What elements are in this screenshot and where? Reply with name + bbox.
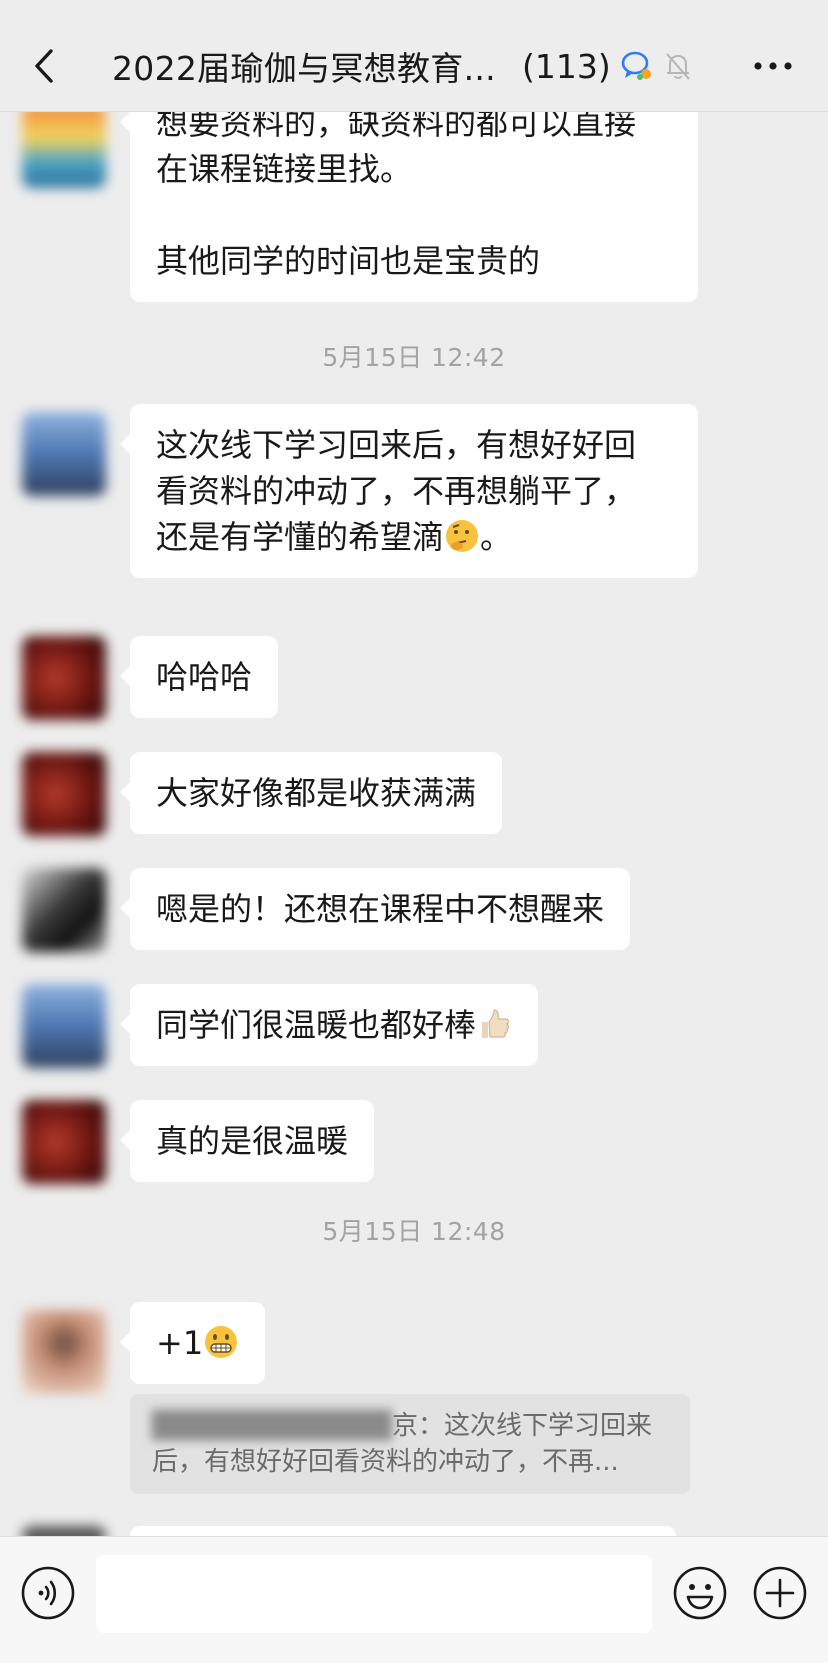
- group-chat-icon: [619, 49, 653, 83]
- timestamp: 5月15日 12:48: [322, 1217, 506, 1246]
- grinning-face-icon: [205, 1326, 238, 1358]
- quoted-message[interactable]: ████████████京：这次线下学习回来 后，有想好好回看资料的冲动了，不再…: [130, 1394, 690, 1494]
- timestamp: 5月15日 12:42: [322, 343, 506, 372]
- avatar[interactable]: [22, 412, 106, 496]
- avatar[interactable]: [22, 752, 106, 836]
- message-text: 真的是很温暖: [156, 1122, 349, 1160]
- message-bubble[interactable]: 同学们很温暖也都好棒: [119, 984, 539, 1066]
- emoji-button[interactable]: [672, 1565, 728, 1621]
- chevron-left-icon: [35, 49, 53, 83]
- avatar[interactable]: [22, 112, 106, 188]
- plus-button[interactable]: [752, 1565, 808, 1621]
- message-bubble[interactable]: [130, 1526, 676, 1536]
- bell-off-icon: [661, 49, 695, 83]
- avatar[interactable]: [22, 1310, 106, 1394]
- thumbs-up-icon: [482, 1009, 510, 1038]
- message-bubble[interactable]: 大家好像都是收获满满: [119, 752, 503, 834]
- chat-header: 2022届瑜伽与冥想教育... (113): [0, 0, 828, 112]
- message-text: +1: [156, 1320, 239, 1366]
- message-text: 同学们很温暖也都好棒: [156, 1002, 512, 1048]
- chat-screen: 2022届瑜伽与冥想教育... (113) 想要资料的，缺资料的都可以直接 在课…: [0, 0, 828, 1663]
- message-text: 想要资料的，缺资料的都可以直接 在课程链接里找。 其他同学的时间也是宝贵的: [156, 112, 637, 280]
- chat-title: 2022届瑜伽与冥想教育...: [112, 49, 496, 88]
- message-bubble[interactable]: +1: [119, 1302, 266, 1384]
- avatar[interactable]: [22, 868, 106, 952]
- avatar[interactable]: [22, 1526, 106, 1536]
- message-bubble[interactable]: 真的是很温暖: [119, 1100, 375, 1182]
- message-text: 哈哈哈: [156, 658, 253, 696]
- chat-title-group[interactable]: 2022届瑜伽与冥想教育... (113): [112, 44, 695, 88]
- more-button[interactable]: [748, 48, 798, 84]
- message-list[interactable]: 想要资料的，缺资料的都可以直接 在课程链接里找。 其他同学的时间也是宝贵的 5月…: [0, 112, 828, 1536]
- thinking-face-icon: [446, 520, 479, 552]
- voice-button[interactable]: [20, 1565, 76, 1621]
- message-bubble[interactable]: 哈哈哈: [119, 636, 279, 718]
- avatar[interactable]: [22, 636, 106, 720]
- back-button[interactable]: [24, 44, 64, 88]
- quote-line-1: ████████████京：这次线下学习回来: [152, 1411, 652, 1441]
- message-text: 大家好像都是收获满满: [156, 774, 477, 812]
- message-bubble[interactable]: 这次线下学习回来后，有想好好回 看资料的冲动了，不再想躺平了， 还是有学懂的希望…: [120, 404, 698, 578]
- message-text: 嗯是的！还想在课程中不想醒来: [156, 890, 605, 928]
- member-count: (113): [521, 46, 611, 86]
- message-bubble[interactable]: 想要资料的，缺资料的都可以直接 在课程链接里找。 其他同学的时间也是宝贵的: [120, 112, 698, 302]
- message-input[interactable]: [96, 1555, 652, 1633]
- plus-circle-icon: [753, 1566, 807, 1620]
- quote-line-2: 后，有想好好回看资料的冲动了，不再...: [152, 1447, 619, 1477]
- avatar[interactable]: [22, 984, 106, 1068]
- more-dots-icon: [754, 62, 792, 70]
- input-bar: [0, 1536, 828, 1663]
- smiley-icon: [673, 1566, 727, 1620]
- blurred-sender: ████████████: [152, 1411, 392, 1441]
- avatar[interactable]: [22, 1100, 106, 1184]
- voice-icon: [21, 1566, 75, 1620]
- message-bubble[interactable]: 嗯是的！还想在课程中不想醒来: [119, 868, 631, 950]
- message-text: 这次线下学习回来后，有想好好回 看资料的冲动了，不再想躺平了， 还是有学懂的希望…: [156, 426, 637, 556]
